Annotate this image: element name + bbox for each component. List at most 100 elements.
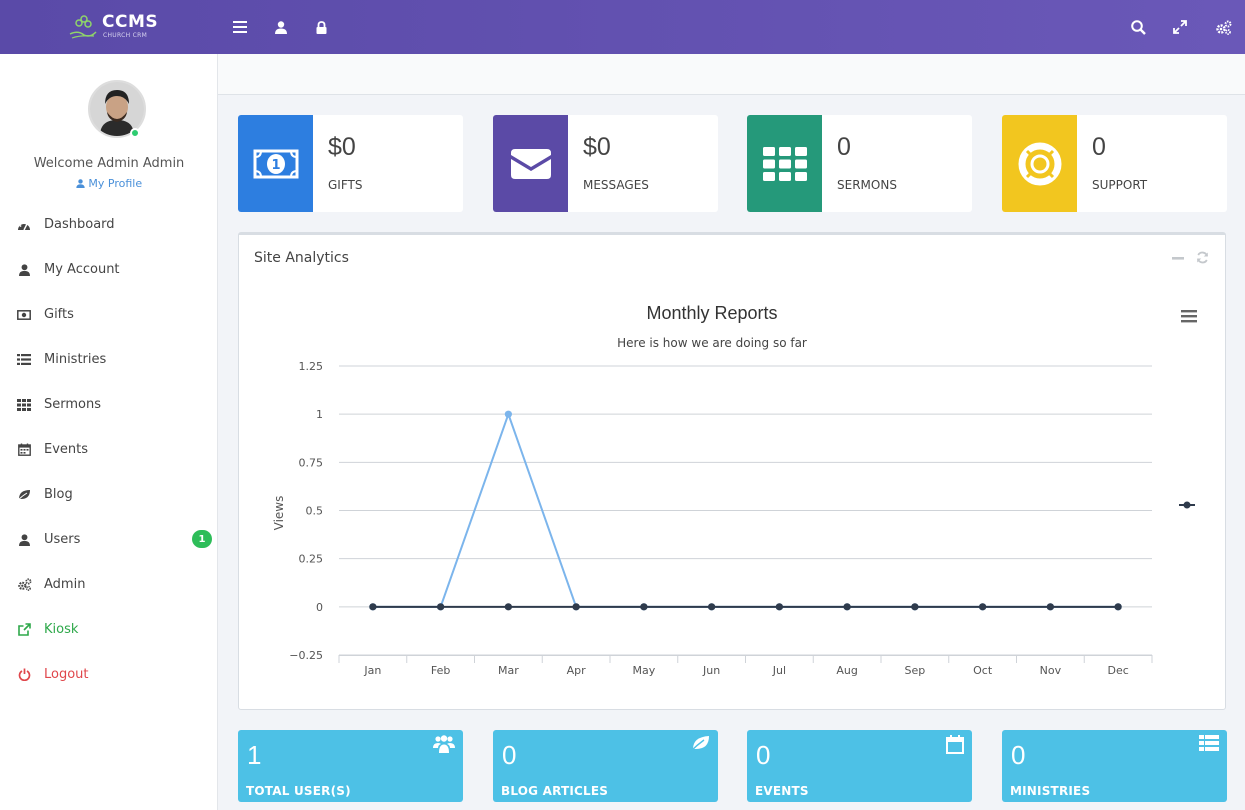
stat-value: 0: [837, 133, 851, 161]
sidebar-item-users[interactable]: Users 1: [0, 517, 218, 562]
sidebar-item-dashboard[interactable]: Dashboard: [0, 202, 218, 247]
data-point[interactable]: [504, 603, 512, 611]
fullscreen-icon[interactable]: [1170, 17, 1190, 37]
stat-label: SUPPORT: [1092, 178, 1148, 192]
x-tick-label: Jun: [702, 664, 720, 677]
data-point[interactable]: [1114, 603, 1122, 611]
tile-value: 1: [247, 740, 262, 770]
sidebar-item-blog[interactable]: Blog: [0, 472, 218, 517]
tile-value: 0: [1011, 740, 1026, 770]
data-point[interactable]: [843, 603, 851, 611]
stat-card-messages[interactable]: $0 MESSAGES: [493, 115, 718, 212]
my-profile-label: My Profile: [88, 177, 143, 190]
y-tick-label: 1.25: [299, 360, 324, 373]
users-count-badge: 1: [192, 530, 212, 548]
y-axis-label: Views: [272, 496, 286, 531]
sidebar-item-admin[interactable]: Admin: [0, 562, 218, 607]
chart-title: Monthly Reports: [646, 303, 777, 323]
x-tick-label: Dec: [1107, 664, 1128, 677]
cogs-icon: [16, 577, 32, 593]
stat-icon-box: [747, 115, 822, 212]
user-icon: [16, 532, 32, 548]
tile-total-users[interactable]: 1 TOTAL USER(S): [238, 730, 463, 802]
stat-icon-box: [493, 115, 568, 212]
external-link-icon: [16, 622, 32, 638]
sidebar: Welcome Admin Admin My Profile Dashboard…: [0, 54, 218, 810]
sidebar-item-label: Blog: [44, 487, 73, 502]
logo-icon: [69, 15, 97, 39]
lock-icon[interactable]: [311, 17, 331, 37]
money-icon: [16, 307, 32, 323]
sidebar-item-gifts[interactable]: Gifts: [0, 292, 218, 337]
user-icon: [76, 179, 85, 188]
tile-label: MINISTRIES: [1010, 784, 1091, 798]
sidebar-nav: Dashboard My Account Gifts Ministries Se…: [0, 202, 218, 697]
tile-events[interactable]: 0 EVENTS: [747, 730, 972, 802]
tile-label: BLOG ARTICLES: [501, 784, 609, 798]
legend-marker[interactable]: [1179, 501, 1195, 509]
data-point[interactable]: [775, 603, 783, 611]
brand-name: CCMS: [102, 12, 159, 32]
tile-value: 0: [756, 740, 771, 770]
calendar-icon: [946, 735, 964, 758]
list-icon: [1199, 735, 1219, 755]
content-header-strip: [218, 54, 1245, 95]
grid-icon: [16, 397, 32, 413]
y-tick-label: 0.75: [299, 456, 324, 469]
power-icon: [16, 667, 32, 683]
y-tick-label: 1: [316, 408, 323, 421]
menu-toggle-icon[interactable]: [230, 17, 250, 37]
stat-card-sermons[interactable]: 0 SERMONS: [747, 115, 972, 212]
sidebar-item-label: Kiosk: [44, 622, 79, 637]
envelope-icon: [510, 148, 551, 179]
sidebar-item-ministries[interactable]: Ministries: [0, 337, 218, 382]
data-point[interactable]: [979, 603, 987, 611]
sidebar-item-logout[interactable]: Logout: [0, 652, 218, 697]
stat-value: $0: [328, 133, 356, 161]
lifebuoy-icon: [1018, 142, 1061, 185]
dashboard-icon: [16, 217, 32, 233]
sidebar-item-events[interactable]: Events: [0, 427, 218, 472]
my-profile-link[interactable]: My Profile: [0, 177, 218, 190]
user-icon[interactable]: [271, 17, 291, 37]
data-point[interactable]: [1046, 603, 1054, 611]
sidebar-item-label: Logout: [44, 667, 89, 682]
y-tick-label: 0.25: [299, 553, 324, 566]
leaf-icon: [16, 487, 32, 503]
brand-logo[interactable]: CCMS CHURCH CRM: [68, 10, 158, 44]
brand-tagline: CHURCH CRM: [103, 32, 148, 39]
stat-card-gifts[interactable]: 1 $0 GIFTS: [238, 115, 463, 212]
y-tick-label: 0.5: [306, 505, 324, 518]
x-tick-label: Sep: [905, 664, 926, 677]
data-point[interactable]: [437, 603, 445, 611]
settings-cogs-icon[interactable]: [1213, 17, 1233, 37]
stat-value: 0: [1092, 133, 1106, 161]
data-point[interactable]: [504, 410, 512, 418]
x-tick-label: May: [633, 664, 656, 677]
tile-blog-articles[interactable]: 0 BLOG ARTICLES: [493, 730, 718, 802]
search-icon[interactable]: [1128, 17, 1148, 37]
sidebar-item-label: Dashboard: [44, 217, 115, 232]
x-tick-label: Jul: [772, 664, 786, 677]
welcome-text: Welcome Admin Admin: [33, 156, 185, 171]
sidebar-item-kiosk[interactable]: Kiosk: [0, 607, 218, 652]
stat-card-support[interactable]: 0 SUPPORT: [1002, 115, 1227, 212]
sidebar-item-sermons[interactable]: Sermons: [0, 382, 218, 427]
chart-subtitle: Here is how we are doing so far: [617, 336, 807, 350]
sidebar-item-label: My Account: [44, 262, 120, 277]
data-point[interactable]: [572, 603, 580, 611]
chart-menu-icon[interactable]: [1181, 310, 1197, 323]
sidebar-item-label: Admin: [44, 577, 86, 592]
tile-label: TOTAL USER(S): [246, 784, 351, 798]
tile-label: EVENTS: [755, 784, 809, 798]
data-point[interactable]: [911, 603, 919, 611]
y-tick-label: 0: [316, 601, 323, 614]
data-point[interactable]: [708, 603, 716, 611]
data-point[interactable]: [640, 603, 648, 611]
y-tick-label: −0.25: [289, 649, 323, 662]
data-point[interactable]: [369, 603, 377, 611]
user-icon: [16, 262, 32, 278]
sidebar-item-my-account[interactable]: My Account: [0, 247, 218, 292]
tile-ministries[interactable]: 0 MINISTRIES: [1002, 730, 1227, 802]
stat-label: SERMONS: [837, 178, 897, 192]
